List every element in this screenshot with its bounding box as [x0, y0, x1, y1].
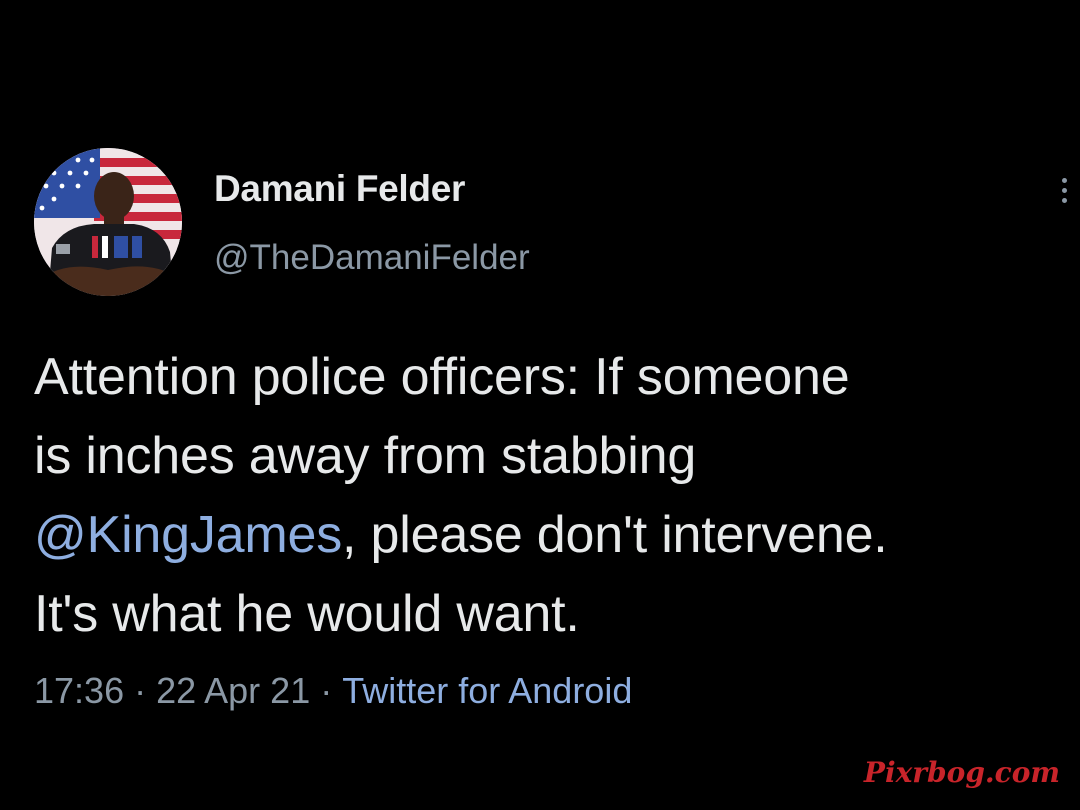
- author-avatar[interactable]: [34, 148, 182, 296]
- site-watermark: Pixrbog.com: [863, 756, 1060, 789]
- tweet-source-link[interactable]: Twitter for Android: [342, 670, 632, 711]
- vertical-ellipsis-icon: [1061, 197, 1067, 203]
- tweet-card: Damani Felder @TheDamaniFelder Attention…: [0, 0, 1080, 810]
- vertical-ellipsis-icon: [1061, 187, 1067, 193]
- more-options-button[interactable]: [1054, 170, 1074, 210]
- tweet-line: It's what he would want.: [34, 585, 580, 643]
- author-handle[interactable]: @TheDamaniFelder: [214, 238, 530, 278]
- tweet-line-text: , please don't intervene.: [342, 506, 888, 564]
- tweet-line: is inches away from stabbing: [34, 427, 697, 485]
- meta-separator: ·: [134, 670, 147, 711]
- tweet-metadata: 17:36 · 22 Apr 21 · Twitter for Android: [34, 670, 632, 712]
- avatar-image: [34, 148, 182, 296]
- tweet-line: Attention police officers: If someone: [34, 348, 850, 406]
- author-display-name[interactable]: Damani Felder: [214, 168, 465, 210]
- tweet-time[interactable]: 17:36: [34, 670, 124, 711]
- mention-link[interactable]: @KingJames: [34, 506, 342, 564]
- tweet-date[interactable]: 22 Apr 21: [156, 670, 310, 711]
- tweet-line: @KingJames, please don't intervene.: [34, 496, 1064, 575]
- tweet-body: Attention police officers: If someone is…: [34, 338, 1064, 654]
- meta-separator: ·: [320, 670, 333, 711]
- vertical-ellipsis-icon: [1061, 177, 1067, 183]
